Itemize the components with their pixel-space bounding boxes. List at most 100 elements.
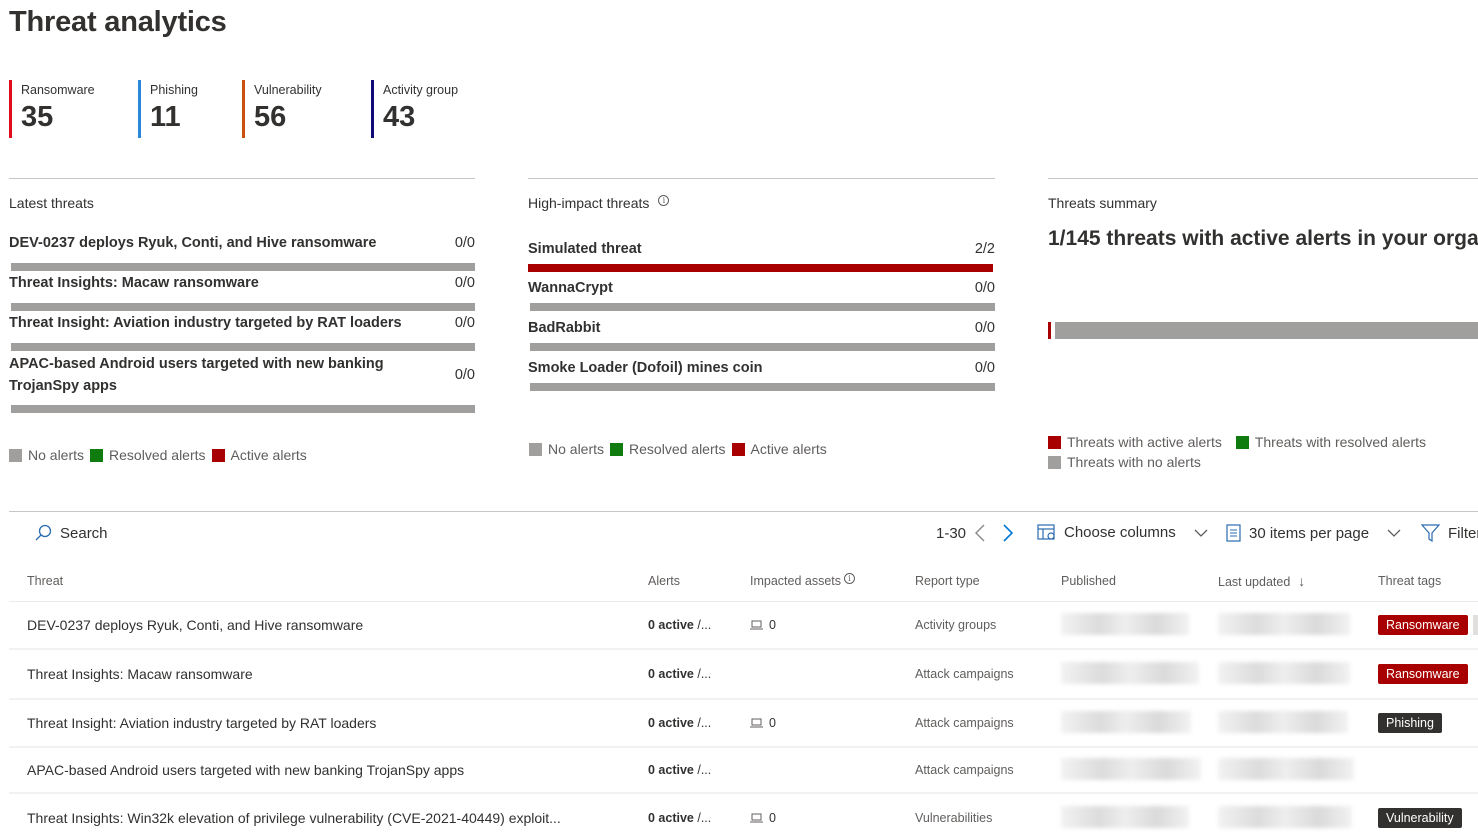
column-header-alerts[interactable]: Alerts <box>648 574 750 588</box>
column-header-threat[interactable]: Threat <box>9 574 648 588</box>
column-header-published[interactable]: Published <box>1061 574 1218 588</box>
stat-value: 56 <box>254 101 287 133</box>
legend-label: No alerts <box>548 441 605 457</box>
column-header-threat-tags[interactable]: Threat tags <box>1378 574 1478 588</box>
report-type-cell: Vulnerabilities <box>915 811 993 825</box>
stat-vulnerability[interactable]: Vulnerability 56 <box>242 80 371 138</box>
stat-value: 35 <box>21 101 54 133</box>
impacted-assets-cell: 0 <box>750 716 915 730</box>
legend-swatch-no-alerts <box>9 448 22 462</box>
filter-button[interactable]: Filter <box>1421 524 1478 542</box>
high-impact-threat-item[interactable]: WannaCrypt 0/0 <box>528 278 995 318</box>
chevron-right-icon[interactable] <box>1002 524 1014 542</box>
threat-tags-cell: Phishing <box>1378 713 1478 733</box>
report-type-cell: Attack campaigns <box>915 667 1014 681</box>
alert-bar <box>11 263 475 271</box>
column-header-report-type[interactable]: Report type <box>915 574 1061 588</box>
published-cell-redacted <box>1061 661 1218 687</box>
threat-name[interactable]: BadRabbit <box>528 320 601 336</box>
table-row[interactable]: Threat Insights: Macaw ransomware 0 acti… <box>9 650 1478 700</box>
table-toolbar: Search 1-30 Choose columns 30 items per … <box>0 520 1478 550</box>
alerts-rest: /... <box>693 716 712 730</box>
stat-color-bar <box>138 80 141 138</box>
tag-vulnerability[interactable]: Vulnerability <box>1378 808 1462 828</box>
stat-color-bar <box>242 80 245 138</box>
info-icon[interactable]: i <box>844 573 856 584</box>
high-impact-threat-item[interactable]: Smoke Loader (Dofoil) mines coin 0/0 <box>528 358 995 398</box>
latest-threats-legend: No alerts Resolved alerts Active alerts <box>9 447 313 463</box>
search-box[interactable]: Search <box>34 524 108 542</box>
legend-swatch-no-alerts <box>1048 455 1061 469</box>
search-label[interactable]: Search <box>60 525 108 542</box>
stat-activity-group[interactable]: Activity group 43 <box>371 80 491 138</box>
threats-summary-legend: Threats with active alerts Threats with … <box>1048 434 1478 470</box>
alerts-rest: /... <box>693 667 712 681</box>
items-per-page-button[interactable]: 30 items per page <box>1226 524 1409 542</box>
high-impact-threat-item[interactable]: Simulated threat 2/2 <box>528 239 995 278</box>
alert-count: 0/0 <box>454 367 475 383</box>
info-icon[interactable]: i <box>658 195 670 206</box>
alerts-cell: 0 active /... <box>648 763 750 777</box>
latest-threat-item[interactable]: APAC-based Android users targeted with n… <box>9 353 475 413</box>
stat-label: Vulnerability <box>254 83 322 97</box>
tag-phishing[interactable]: Phishing <box>1378 713 1442 733</box>
latest-threat-item[interactable]: Threat Insights: Macaw ransomware 0/0 <box>9 273 475 313</box>
legend-swatch-active <box>211 448 225 462</box>
published-cell-redacted <box>1061 710 1218 736</box>
published-cell-redacted <box>1061 757 1218 783</box>
threat-name[interactable]: Threat Insights: Macaw ransomware <box>9 275 259 291</box>
latest-threat-item[interactable]: DEV-0237 deploys Ryuk, Conti, and Hive r… <box>9 233 475 273</box>
stat-ransomware[interactable]: Ransomware 35 <box>9 80 138 138</box>
threat-name[interactable]: DEV-0237 deploys Ryuk, Conti, and Hive r… <box>9 235 376 251</box>
column-header-impacted-assets[interactable]: Impacted assets i <box>750 573 915 588</box>
threat-name[interactable]: Smoke Loader (Dofoil) mines coin <box>528 360 762 376</box>
high-impact-legend: No alerts Resolved alerts Active alerts <box>529 441 833 457</box>
alert-bar <box>11 343 475 351</box>
choose-columns-button[interactable]: Choose columns <box>1037 524 1216 541</box>
table-row[interactable]: Threat Insight: Aviation industry target… <box>9 700 1478 748</box>
chevron-down-icon <box>1194 529 1208 537</box>
stat-phishing[interactable]: Phishing 11 <box>138 80 242 138</box>
threat-name[interactable]: APAC-based Android users targeted with n… <box>9 353 409 397</box>
published-cell-redacted <box>1061 805 1218 831</box>
sort-descending-icon: ↓ <box>1298 572 1306 589</box>
threat-name-cell[interactable]: DEV-0237 deploys Ryuk, Conti, and Hive r… <box>9 617 648 633</box>
column-header-last-updated[interactable]: Last updated ↓ <box>1218 573 1378 589</box>
device-icon <box>750 620 763 630</box>
alerts-active: 0 active <box>648 618 694 632</box>
threat-name-cell[interactable]: Threat Insights: Macaw ransomware <box>9 666 648 682</box>
threats-table: Threat Alerts Impacted assets i Report ty… <box>9 560 1478 835</box>
latest-threat-item[interactable]: Threat Insight: Aviation industry target… <box>9 313 475 353</box>
table-row[interactable]: APAC-based Android users targeted with n… <box>9 748 1478 794</box>
tag-ransomware[interactable]: Ransomware <box>1378 614 1468 635</box>
threat-name-cell[interactable]: APAC-based Android users targeted with n… <box>9 762 648 778</box>
legend-label: Resolved alerts <box>109 447 206 463</box>
stat-label: Ransomware <box>21 83 95 97</box>
chevron-left-icon[interactable] <box>974 524 986 542</box>
table-row[interactable]: DEV-0237 deploys Ryuk, Conti, and Hive r… <box>9 602 1478 650</box>
threat-name[interactable]: Threat Insight: Aviation industry target… <box>9 315 402 331</box>
threat-category-stats: Ransomware 35 Phishing 11 Vulnerability … <box>9 80 491 138</box>
assets-count: 0 <box>769 716 776 730</box>
threat-name-cell[interactable]: Threat Insights: Win32k elevation of pri… <box>9 810 648 826</box>
column-header-label: Last updated <box>1218 574 1291 589</box>
table-row[interactable]: Threat Insights: Win32k elevation of pri… <box>9 794 1478 835</box>
last-updated-cell-redacted <box>1218 710 1378 736</box>
alerts-cell: 0 active /... <box>648 811 750 825</box>
device-icon <box>750 718 763 728</box>
columns-settings-icon <box>1037 524 1055 540</box>
report-type-cell: Attack campaigns <box>915 763 1014 777</box>
last-updated-cell-redacted <box>1218 805 1378 831</box>
summary-bar <box>1048 322 1478 339</box>
alerts-cell: 0 active /... <box>648 667 750 681</box>
high-impact-threat-item[interactable]: BadRabbit 0/0 <box>528 318 995 358</box>
threat-name-cell[interactable]: Threat Insight: Aviation industry target… <box>9 715 648 731</box>
tag-ransomware[interactable]: Ransomware <box>1378 664 1468 684</box>
threat-name[interactable]: WannaCrypt <box>528 280 613 296</box>
alerts-cell: 0 active /... <box>648 716 750 730</box>
alert-count: 0/0 <box>454 275 475 291</box>
threat-name[interactable]: Simulated threat <box>528 241 642 257</box>
alerts-rest: /... <box>693 763 712 777</box>
legend-label: Resolved alerts <box>629 441 726 457</box>
alert-bar <box>11 405 475 413</box>
